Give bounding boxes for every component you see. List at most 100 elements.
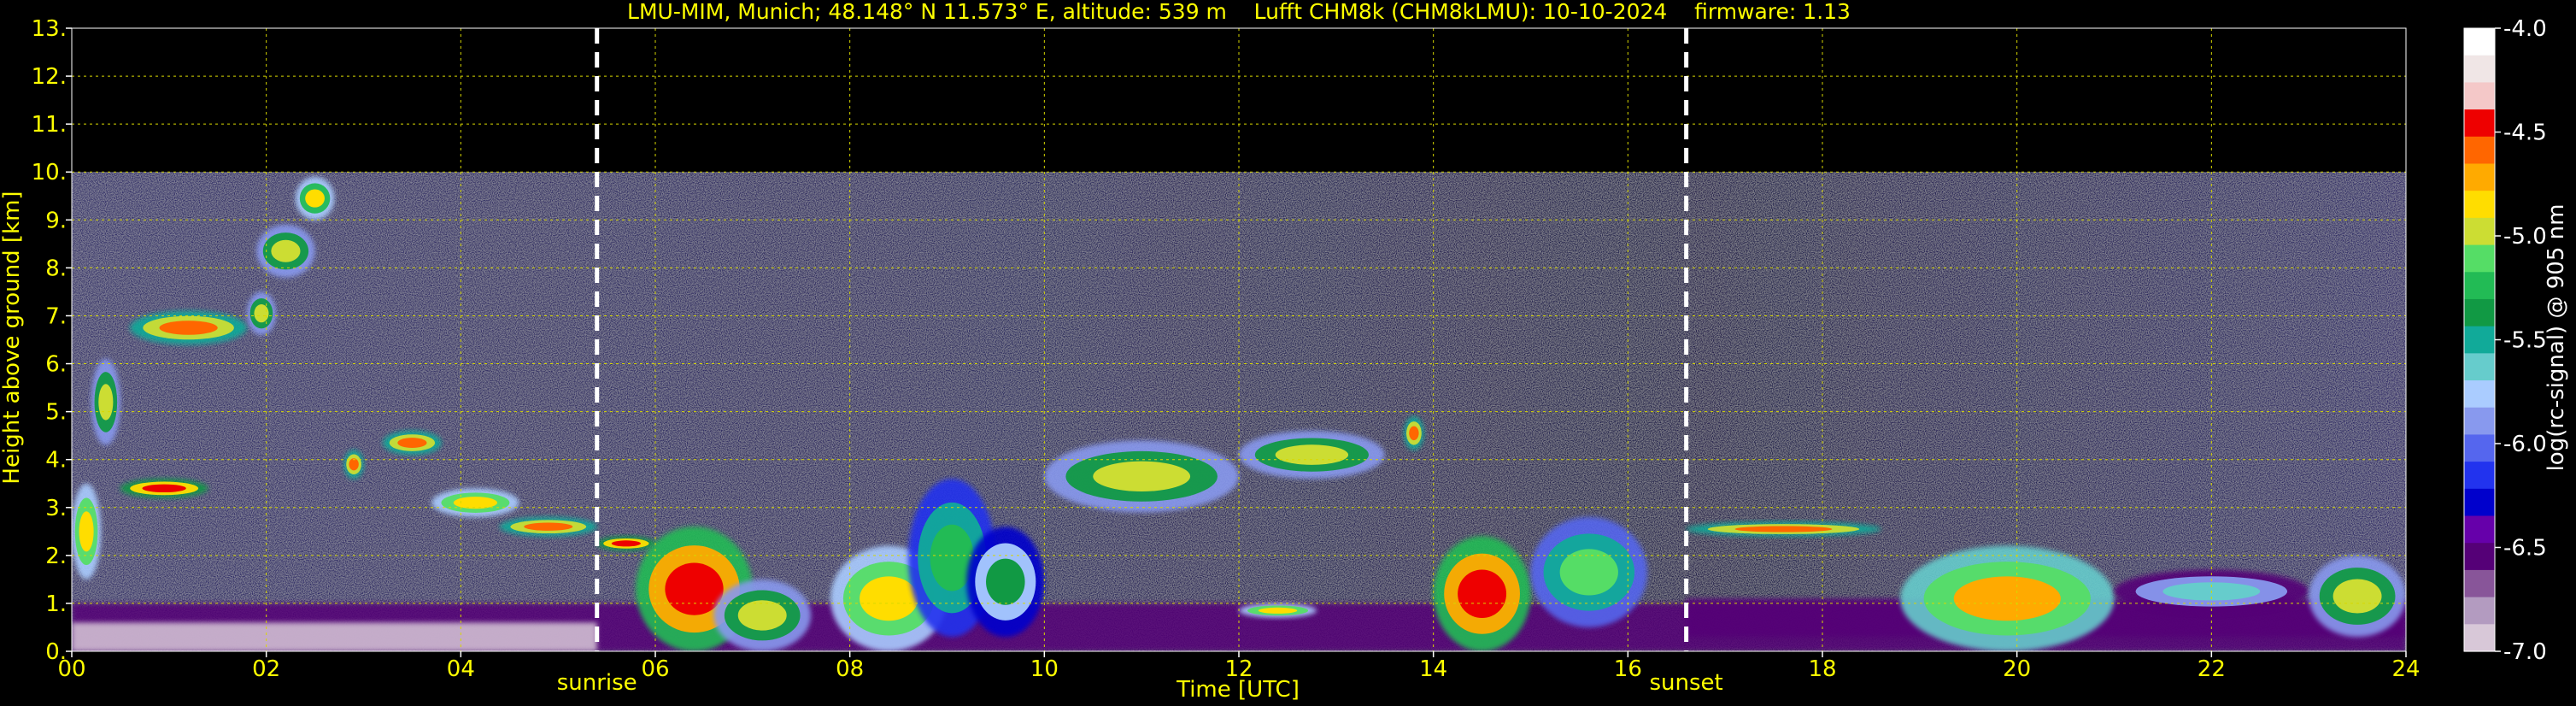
- x-tick-label: 22: [2198, 656, 2226, 682]
- y-axis-label: Height above ground [km]: [0, 191, 25, 484]
- ceilometer-chart: sunrise sunset 00 02 04 06 08 10 12 14 16 18 20 22 24…: [0, 0, 2569, 703]
- y-tick-label: 5.: [45, 400, 67, 426]
- plot-area: sunrise sunset: [71, 27, 2407, 696]
- cloud-feature-core: [453, 497, 498, 509]
- y-tick-label: 9.: [45, 208, 67, 233]
- cloud-feature-19: [1404, 416, 1424, 450]
- cloud-feature-core: [611, 540, 641, 547]
- cloud-feature-core: [254, 304, 269, 323]
- x-tick-label: 14: [1419, 656, 1447, 682]
- y-axis: 0. 1. 2. 3. 4. 5. 6. 7. 8. 9. 10. 11. 12. 13.: [32, 16, 72, 665]
- cloud-feature-core: [986, 558, 1025, 605]
- cloud-feature-core: [1953, 576, 2061, 621]
- cloud-feature-22: [1530, 516, 1648, 627]
- colorbar-swatch: [2464, 55, 2495, 83]
- x-tick-label: 10: [1030, 656, 1059, 682]
- colorbar-swatch: [2464, 217, 2495, 246]
- cloud-feature-core: [142, 484, 186, 493]
- cloud-feature-4: [246, 291, 277, 335]
- y-tick-label: 10.: [32, 160, 67, 185]
- colorbar-label: log(rc-signal) @ 905 nm: [2544, 204, 2569, 472]
- cloud-feature-0: [72, 483, 102, 580]
- y-tick-label: 0.: [45, 639, 67, 665]
- colorbar-swatch: [2464, 136, 2495, 165]
- y-tick-label: 11.: [32, 112, 67, 138]
- colorbar-swatch: [2464, 326, 2495, 354]
- cloud-feature-core: [159, 321, 218, 335]
- y-tick-label: 7.: [45, 303, 67, 329]
- colorbar-swatch: [2464, 515, 2495, 544]
- colorbar-swatch: [2464, 163, 2495, 191]
- colorbar-swatch: [2464, 298, 2495, 327]
- y-tick-label: 1.: [45, 591, 67, 617]
- x-tick-label: 04: [447, 656, 475, 682]
- cloud-feature-core: [1458, 569, 1507, 618]
- colorbar-tick-label: -7.0: [2503, 639, 2547, 665]
- x-axis-label: Time [UTC]: [1176, 677, 1300, 703]
- colorbar-swatch: [2464, 272, 2495, 300]
- cloud-feature-core: [737, 600, 787, 631]
- colorbar-swatch: [2464, 244, 2495, 273]
- cloud-feature-core: [1734, 526, 1833, 532]
- colorbar-tick-label: -5.5: [2503, 328, 2547, 354]
- colorbar-swatch: [2464, 28, 2495, 56]
- x-tick-label: 02: [252, 656, 280, 682]
- cloud-feature-5: [256, 224, 315, 278]
- colorbar-swatch: [2464, 434, 2495, 462]
- cloud-feature-core: [305, 189, 325, 208]
- colorbar-swatch: [2464, 462, 2495, 490]
- colorbar-tick-label: -6.0: [2503, 432, 2547, 457]
- y-tick-label: 3.: [45, 496, 67, 521]
- cloud-feature-26: [2309, 555, 2406, 638]
- x-tick-label: 24: [2391, 656, 2420, 682]
- colorbar-swatch: [2464, 407, 2495, 436]
- x-tick-label: 08: [836, 656, 864, 682]
- y-tick-label: 8.: [45, 256, 67, 281]
- cloud-feature-11: [596, 536, 655, 551]
- cloud-feature-core: [1258, 607, 1298, 614]
- sunset-label: sunset: [1650, 670, 1723, 696]
- cloud-feature-17: [1044, 440, 1239, 513]
- colorbar-swatch: [2464, 380, 2495, 409]
- cloud-feature-core: [2332, 579, 2382, 614]
- chart-title: LMU-MIM, Munich; 48.148° N 11.573° E, al…: [627, 0, 1851, 24]
- cloud-feature-core: [1559, 549, 1618, 596]
- cloud-feature-core: [1409, 426, 1419, 441]
- colorbar-swatch: [2464, 488, 2495, 517]
- cloud-feature-8: [383, 431, 442, 456]
- colorbar-tick-label: -4.5: [2503, 121, 2547, 146]
- colorbar-swatch: [2464, 569, 2495, 598]
- x-tick-label: 06: [641, 656, 669, 682]
- cloud-feature-core: [271, 239, 301, 262]
- cloud-feature-13: [713, 579, 812, 651]
- cloud-feature-9: [431, 488, 519, 517]
- colorbar-tick-label: -6.5: [2503, 536, 2547, 562]
- colorbar-tick-label: -5.0: [2503, 224, 2547, 250]
- colorbar-swatch: [2464, 543, 2495, 571]
- x-tick-label: 18: [1808, 656, 1836, 682]
- y-tick-label: 13.: [32, 16, 67, 42]
- cloud-feature-10: [499, 516, 597, 537]
- y-tick-label: 2.: [45, 544, 67, 569]
- cloud-feature-7: [343, 450, 364, 479]
- cloud-feature-core: [98, 384, 114, 421]
- cloud-feature-24: [1900, 545, 2115, 651]
- x-tick-label: 20: [2003, 656, 2031, 682]
- colorbar-swatch: [2464, 624, 2495, 652]
- colorbar-swatch: [2464, 109, 2495, 138]
- cloud-feature-6: [295, 176, 335, 221]
- cloud-feature-core: [860, 576, 918, 621]
- cloud-feature-core: [524, 522, 573, 531]
- colorbar: -4.0 -4.5 -5.0 -5.5 -6.0 -6.5 -7.0: [2463, 16, 2547, 665]
- colorbar-tick-label: -4.0: [2503, 16, 2547, 42]
- layer-residual-night: [72, 622, 597, 651]
- cloud-feature-core: [79, 511, 94, 552]
- colorbar-swatch: [2464, 82, 2495, 110]
- cloud-feature-core: [665, 562, 724, 615]
- colorbar-swatch: [2464, 353, 2495, 381]
- cloud-feature-18: [1239, 431, 1385, 479]
- cloud-feature-core: [1093, 461, 1191, 491]
- y-tick-label: 12.: [32, 64, 67, 90]
- cloud-feature-16: [966, 527, 1045, 638]
- cloud-feature-23: [1686, 521, 1881, 537]
